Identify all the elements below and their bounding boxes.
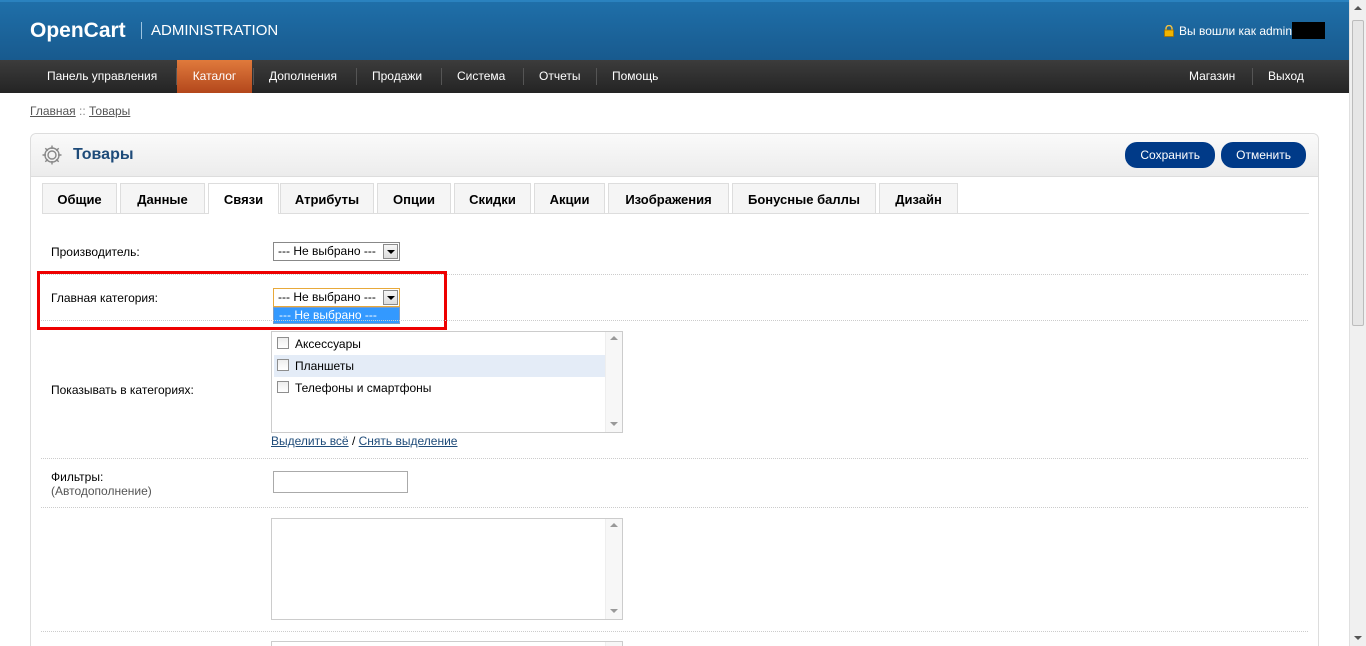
menu-item-dashboard[interactable]: Панель управления — [31, 60, 173, 93]
highlight-annotation — [37, 271, 447, 330]
menu-item-logout[interactable]: Выход — [1252, 60, 1320, 93]
category-checkbox[interactable] — [277, 381, 289, 393]
filters-label: Фильтры: — [51, 470, 104, 484]
menu-item-extensions[interactable]: Дополнения — [253, 60, 353, 93]
filters-scrollbox[interactable] — [271, 518, 623, 620]
category-checkbox[interactable] — [277, 359, 289, 371]
category-item-label: Планшеты — [295, 359, 354, 373]
menu-item-sales[interactable]: Продажи — [356, 60, 438, 93]
gear-icon — [42, 145, 62, 165]
category-checkbox[interactable] — [277, 337, 289, 349]
page: OpenCart ADMINISTRATION Вы вошли как adm… — [0, 0, 1366, 646]
scrollbox-scrollbar[interactable] — [605, 519, 622, 619]
tab-general[interactable]: Общие — [42, 183, 117, 213]
scroll-up-arrow-icon[interactable] — [610, 523, 618, 527]
main-menu: Панель управления Каталог Дополнения Про… — [0, 60, 1349, 93]
row-divider — [41, 320, 1308, 321]
links-separator: / — [348, 434, 359, 448]
scrollbox-scrollbar[interactable] — [605, 642, 622, 646]
menu-item-store[interactable]: Магазин — [1173, 60, 1251, 93]
filters-label-group: Фильтры: (Автодополнение) — [51, 470, 152, 498]
select-all-link[interactable]: Выделить всё — [271, 434, 349, 448]
menu-item-reports[interactable]: Отчеты — [523, 60, 596, 93]
scrollbox-scrollbar[interactable] — [605, 332, 622, 432]
scroll-down-arrow-icon[interactable] — [1350, 629, 1366, 646]
manufacturer-select-value: --- Не выбрано --- — [278, 244, 376, 258]
scroll-up-arrow-icon[interactable] — [610, 336, 618, 340]
menu-item-system[interactable]: Система — [441, 60, 521, 93]
next-scrollbox[interactable] — [271, 641, 623, 646]
tab-design[interactable]: Дизайн — [879, 183, 958, 213]
categories-label: Показывать в категориях: — [51, 383, 194, 397]
breadcrumb-home[interactable]: Главная — [30, 104, 76, 118]
row-divider — [41, 631, 1308, 632]
tab-attributes[interactable]: Атрибуты — [280, 183, 374, 213]
row-divider — [41, 458, 1308, 459]
cancel-button[interactable]: Отменить — [1221, 142, 1306, 168]
scroll-down-arrow-icon[interactable] — [610, 422, 618, 426]
scroll-thumb[interactable] — [1352, 20, 1364, 326]
categories-scrollbox[interactable]: Аксессуары Планшеты Телефоны и смартфоны — [271, 331, 623, 433]
tab-links[interactable]: Связи — [208, 183, 279, 214]
box-heading: Товары Сохранить Отменить — [31, 134, 1318, 177]
manufacturer-select[interactable]: --- Не выбрано --- — [273, 242, 400, 261]
tab-discounts[interactable]: Скидки — [454, 183, 531, 213]
page-scrollbar[interactable] — [1349, 0, 1366, 646]
scroll-up-arrow-icon[interactable] — [1350, 0, 1366, 17]
menu-item-help[interactable]: Помощь — [596, 60, 674, 93]
menu-item-catalog[interactable]: Каталог — [177, 60, 252, 93]
category-item-label: Аксессуары — [295, 337, 361, 351]
login-info: Вы вошли как admin — [1164, 22, 1325, 39]
deselect-all-link[interactable]: Снять выделение — [359, 434, 458, 448]
save-button[interactable]: Сохранить — [1125, 142, 1215, 168]
row-divider — [41, 507, 1308, 508]
chevron-down-icon[interactable] — [383, 244, 398, 259]
category-item-accessories[interactable]: Аксессуары — [274, 333, 605, 355]
filters-sublabel: (Автодополнение) — [51, 484, 152, 498]
filters-input[interactable] — [273, 471, 408, 493]
manufacturer-label: Производитель: — [51, 245, 140, 259]
header: OpenCart ADMINISTRATION Вы вошли как adm… — [0, 0, 1349, 60]
category-item-tablets[interactable]: Планшеты — [274, 355, 605, 377]
category-item-phones[interactable]: Телефоны и смартфоны — [274, 377, 605, 399]
logo-divider — [141, 22, 142, 39]
admin-subtitle: ADMINISTRATION — [151, 22, 279, 39]
tab-data[interactable]: Данные — [120, 183, 205, 213]
tab-images[interactable]: Изображения — [608, 183, 729, 213]
page-title: Товары — [73, 146, 134, 163]
login-text: Вы вошли как admin — [1179, 23, 1292, 38]
category-item-label: Телефоны и смартфоны — [295, 381, 432, 395]
tab-options[interactable]: Опции — [377, 183, 451, 213]
username-redacted — [1292, 22, 1325, 39]
lock-icon — [1164, 24, 1174, 37]
scroll-down-arrow-icon[interactable] — [610, 609, 618, 613]
breadcrumb: Главная :: Товары — [30, 104, 130, 118]
select-links: Выделить всё / Снять выделение — [271, 434, 457, 448]
logo[interactable]: OpenCart — [30, 19, 126, 43]
breadcrumb-current[interactable]: Товары — [89, 104, 130, 118]
tab-reward-points[interactable]: Бонусные баллы — [732, 183, 876, 213]
breadcrumb-separator: :: — [75, 104, 90, 118]
tab-specials[interactable]: Акции — [534, 183, 605, 213]
